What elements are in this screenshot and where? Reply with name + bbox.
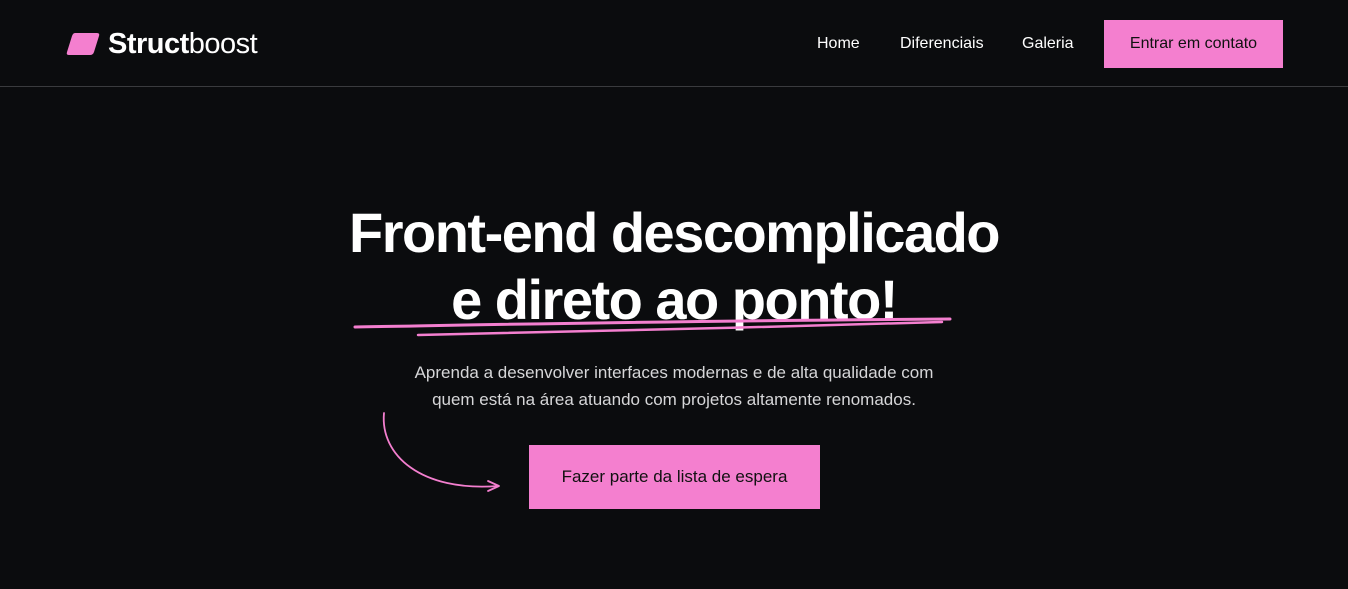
hero-subtitle-line-1: Aprenda a desenvolver interfaces moderna… bbox=[414, 363, 934, 382]
hero-subtitle-line-2: quem está na área atuando com projetos a… bbox=[432, 390, 916, 409]
nav-galeria-link[interactable]: Galeria bbox=[1022, 34, 1074, 54]
main-nav: Home Diferenciais Galeria Entrar em cont… bbox=[0, 0, 1348, 87]
contact-button[interactable]: Entrar em contato bbox=[1104, 20, 1283, 68]
nav-home-link[interactable]: Home bbox=[817, 34, 860, 54]
underline-scribble-icon bbox=[353, 317, 952, 337]
hero-title-line-1: Front-end descomplicado bbox=[349, 201, 1001, 264]
site-header: Structboost Home Diferenciais Galeria En… bbox=[0, 0, 1348, 87]
waitlist-button[interactable]: Fazer parte da lista de espera bbox=[529, 445, 820, 509]
curved-arrow-icon bbox=[382, 412, 500, 492]
nav-diferenciais-link[interactable]: Diferenciais bbox=[900, 34, 984, 54]
